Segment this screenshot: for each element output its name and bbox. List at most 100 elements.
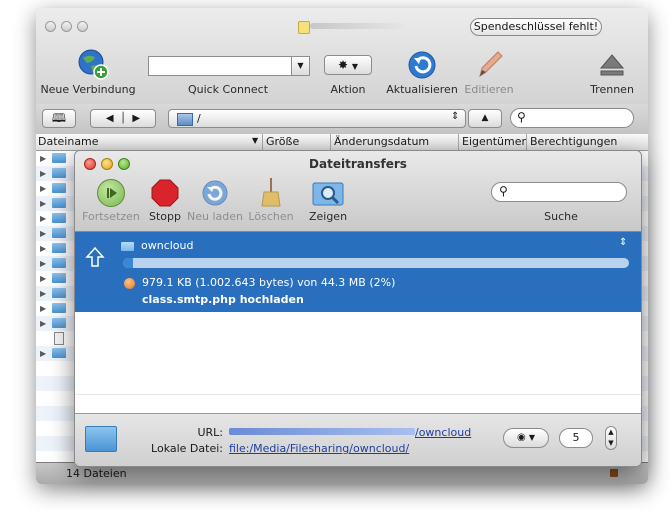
file-count-label: 14 Dateien: [66, 467, 127, 480]
disclosure-triangle-icon[interactable]: ▶: [40, 259, 46, 268]
close-window-button[interactable]: [84, 158, 96, 170]
disclosure-triangle-icon[interactable]: ▶: [40, 169, 46, 178]
stop-sign-icon: [151, 179, 179, 207]
new-connection-label: Neue Verbindung: [40, 83, 136, 96]
show-button[interactable]: [311, 178, 345, 208]
stop-button[interactable]: [151, 179, 179, 207]
globe-add-icon: [78, 49, 109, 80]
gauge-icon: ◉: [516, 432, 526, 443]
zoom-window-button[interactable]: [118, 158, 130, 170]
new-connection-button[interactable]: [77, 48, 109, 80]
disclosure-triangle-icon[interactable]: ▶: [40, 304, 46, 313]
disclosure-triangle-icon[interactable]: ▶: [40, 349, 46, 358]
folder-icon: [52, 228, 66, 238]
column-divider: [262, 134, 263, 150]
transfer-status-text: 979.1 KB (1.002.643 bytes) von 44.3 MB (…: [142, 276, 396, 289]
bookmarks-button[interactable]: 🕮: [42, 109, 76, 128]
folder-icon: [52, 168, 66, 178]
book-icon: 🕮: [51, 111, 67, 125]
chevron-down-icon: ▼: [528, 433, 536, 442]
main-search-field[interactable]: ⚲: [510, 108, 634, 128]
reload-button[interactable]: [201, 179, 229, 207]
column-divider: [526, 134, 527, 150]
local-file-link[interactable]: file:/Media/Filesharing/owncloud/: [229, 442, 409, 455]
disclosure-triangle-icon[interactable]: ▶: [40, 184, 46, 193]
document-proxy-icon: [298, 21, 310, 34]
transfer-progress-bar: [123, 258, 629, 268]
chevron-down-icon: ▼: [351, 62, 359, 71]
column-size[interactable]: Größe: [266, 135, 299, 148]
column-permissions[interactable]: Berechtigungen: [530, 135, 617, 148]
quick-connect-field[interactable]: [148, 56, 292, 76]
refresh-icon: [408, 51, 436, 79]
delete-button[interactable]: [259, 176, 283, 208]
folder-icon: [52, 243, 66, 253]
transfers-list-empty-row: [75, 394, 641, 413]
folder-icon: [121, 242, 134, 251]
path-label: /: [197, 112, 201, 125]
minimize-window-button[interactable]: [61, 21, 72, 32]
url-link[interactable]: /owncloud: [415, 426, 471, 439]
gear-icon: ✸: [337, 58, 349, 72]
transfers-title: Dateitransfers: [309, 157, 407, 171]
transfer-folder-name: owncloud: [141, 239, 194, 252]
local-folder-icon: [85, 426, 117, 452]
donation-key-button[interactable]: Spendeschlüssel fehlt!: [470, 18, 602, 36]
close-window-button[interactable]: [45, 21, 56, 32]
back-arrow-icon[interactable]: ◀: [106, 113, 114, 124]
transfers-window: Dateitransfers Fortsetzen Stopp Neu lade…: [74, 150, 642, 467]
file-icon: [54, 332, 64, 345]
stop-label: Stopp: [149, 210, 181, 223]
pencil-icon: [479, 51, 503, 78]
navigation-bar: 🕮 ◀ │ ▶ / ⇕ ▲ ⚲: [36, 104, 648, 134]
action-label: Aktion: [330, 83, 366, 96]
refresh-button[interactable]: [407, 50, 437, 80]
sort-descending-icon: ▼: [252, 136, 259, 145]
column-divider: [458, 134, 459, 150]
file-list-header: Dateiname ▼ Größe Änderungsdatum Eigentü…: [36, 134, 648, 151]
disconnect-button[interactable]: [598, 52, 626, 78]
column-divider: [330, 134, 331, 150]
folder-icon: [52, 318, 66, 328]
bandwidth-menu-button[interactable]: ◉ ▼: [503, 428, 549, 448]
column-filename[interactable]: Dateiname: [38, 135, 99, 148]
updown-chevron-icon: ⇕: [451, 111, 460, 122]
resume-button[interactable]: [97, 179, 125, 207]
transfers-toolbar: Dateitransfers Fortsetzen Stopp Neu lade…: [75, 151, 641, 232]
connections-stepper[interactable]: ▲ ▼: [605, 426, 617, 450]
quick-connect-dropdown[interactable]: ▼: [292, 56, 310, 76]
disclosure-triangle-icon[interactable]: ▶: [40, 319, 46, 328]
edit-button[interactable]: [474, 48, 504, 80]
delete-label: Löschen: [248, 210, 294, 223]
url-label: URL:: [197, 426, 223, 439]
action-menu-button[interactable]: ✸ ▼: [324, 55, 372, 75]
edit-label: Editieren: [464, 83, 514, 96]
parent-folder-button[interactable]: ▲: [468, 109, 502, 128]
folder-icon: [52, 303, 66, 313]
connections-count-field[interactable]: 5: [559, 428, 593, 448]
forward-arrow-icon[interactable]: ▶: [132, 113, 140, 124]
refresh-label: Aktualisieren: [386, 83, 458, 96]
folder-icon: [52, 153, 66, 163]
disclosure-triangle-icon[interactable]: ▶: [40, 289, 46, 298]
transfer-item-selected[interactable]: owncloud ⇕ 979.1 KB (1.002.643 bytes) vo…: [75, 232, 641, 312]
back-forward-control[interactable]: ◀ │ ▶: [90, 109, 156, 128]
updown-chevron-icon[interactable]: ⇕: [619, 237, 627, 248]
column-modified[interactable]: Änderungsdatum: [334, 135, 429, 148]
minimize-window-button[interactable]: [101, 158, 113, 170]
transfers-search-field[interactable]: ⚲: [491, 182, 627, 202]
refresh-icon: [202, 180, 228, 206]
folder-icon: [52, 198, 66, 208]
disconnect-label: Trennen: [590, 83, 634, 96]
path-selector[interactable]: / ⇕: [168, 109, 466, 128]
column-owner[interactable]: Eigentümer: [462, 135, 526, 148]
disclosure-triangle-icon[interactable]: ▶: [40, 199, 46, 208]
show-label: Zeigen: [308, 210, 348, 223]
disclosure-triangle-icon[interactable]: ▶: [40, 154, 46, 163]
disclosure-triangle-icon[interactable]: ▶: [40, 244, 46, 253]
zoom-window-button[interactable]: [77, 21, 88, 32]
magnifier-folder-icon: [312, 182, 344, 206]
disclosure-triangle-icon[interactable]: ▶: [40, 214, 46, 223]
disclosure-triangle-icon[interactable]: ▶: [40, 229, 46, 238]
disclosure-triangle-icon[interactable]: ▶: [40, 274, 46, 283]
